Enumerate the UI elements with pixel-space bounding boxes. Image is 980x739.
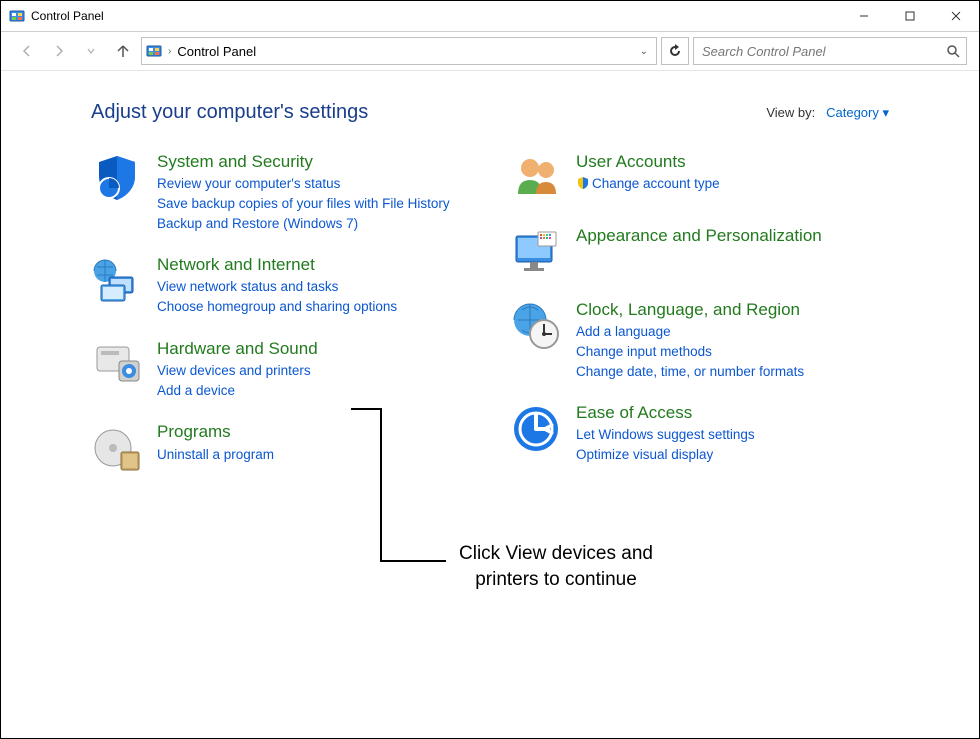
titlebar: Control Panel: [1, 1, 979, 32]
category-title[interactable]: Hardware and Sound: [157, 339, 318, 359]
category-title[interactable]: Ease of Access: [576, 403, 755, 423]
category-title[interactable]: Network and Internet: [157, 255, 397, 275]
title-left: Control Panel: [1, 8, 104, 24]
callout-text: Click View devices and printers to conti…: [451, 541, 661, 592]
category-user-accounts: User Accounts Change account type: [510, 152, 889, 204]
category-hardware-sound: Hardware and Sound View devices and prin…: [91, 339, 470, 401]
link-input-methods[interactable]: Change input methods: [576, 342, 804, 362]
navbar: › Control Panel ⌄: [1, 32, 979, 71]
appearance-icon: [510, 226, 562, 278]
category-title[interactable]: User Accounts: [576, 152, 720, 172]
link-devices-printers[interactable]: View devices and printers: [157, 361, 318, 381]
category-ease-of-access: Ease of Access Let Windows suggest setti…: [510, 403, 889, 465]
back-button[interactable]: [13, 37, 41, 65]
refresh-button[interactable]: [661, 37, 689, 65]
search-input[interactable]: [700, 43, 946, 60]
category-appearance: Appearance and Personalization: [510, 226, 889, 278]
link-change-account-type[interactable]: Change account type: [576, 174, 720, 194]
category-title[interactable]: Programs: [157, 422, 274, 442]
view-by-label: View by:: [766, 105, 815, 120]
link-backup-restore[interactable]: Backup and Restore (Windows 7): [157, 214, 450, 234]
category-programs: Programs Uninstall a program: [91, 422, 470, 474]
left-column: System and Security Review your computer…: [91, 152, 470, 474]
address-bar[interactable]: › Control Panel ⌄: [141, 37, 657, 65]
content-area: Adjust your computer's settings View by:…: [1, 71, 979, 474]
link-text: Change account type: [592, 176, 720, 191]
category-system-security: System and Security Review your computer…: [91, 152, 470, 233]
link-review-status[interactable]: Review your computer's status: [157, 174, 450, 194]
control-panel-icon: [9, 8, 25, 24]
window-controls: [841, 1, 979, 31]
search-icon: [946, 44, 960, 58]
link-homegroup[interactable]: Choose homegroup and sharing options: [157, 297, 397, 317]
forward-button[interactable]: [45, 37, 73, 65]
link-add-language[interactable]: Add a language: [576, 322, 804, 342]
recent-dropdown[interactable]: [77, 37, 105, 65]
right-column: User Accounts Change account type Appear…: [510, 152, 889, 474]
view-by-mode[interactable]: Category ▾: [826, 105, 889, 120]
link-windows-suggest[interactable]: Let Windows suggest settings: [576, 425, 755, 445]
link-network-status[interactable]: View network status and tasks: [157, 277, 397, 297]
ease-of-access-icon: [510, 403, 562, 455]
link-uninstall-program[interactable]: Uninstall a program: [157, 445, 274, 465]
hardware-icon: [91, 339, 143, 391]
heading-row: Adjust your computer's settings View by:…: [91, 101, 889, 124]
search-box[interactable]: [693, 37, 967, 65]
control-panel-window: Control Panel › Control Panel ⌄ Adjust y…: [0, 0, 980, 739]
programs-icon: [91, 422, 143, 474]
link-visual-display[interactable]: Optimize visual display: [576, 445, 755, 465]
link-add-device[interactable]: Add a device: [157, 381, 318, 401]
maximize-button[interactable]: [887, 1, 933, 31]
category-network-internet: Network and Internet View network status…: [91, 255, 470, 317]
minimize-button[interactable]: [841, 1, 887, 31]
category-title[interactable]: System and Security: [157, 152, 450, 172]
close-button[interactable]: [933, 1, 979, 31]
category-columns: System and Security Review your computer…: [91, 152, 889, 474]
up-button[interactable]: [109, 37, 137, 65]
shield-icon: [91, 152, 143, 204]
window-title: Control Panel: [31, 9, 104, 23]
address-dropdown-icon[interactable]: ⌄: [640, 46, 652, 57]
link-file-history[interactable]: Save backup copies of your files with Fi…: [157, 194, 450, 214]
breadcrumb-label: Control Panel: [177, 44, 633, 59]
clock-icon: [510, 300, 562, 352]
users-icon: [510, 152, 562, 204]
breadcrumb-sep: ›: [168, 46, 171, 57]
address-icon: [146, 43, 162, 59]
category-title[interactable]: Clock, Language, and Region: [576, 300, 804, 320]
page-heading: Adjust your computer's settings: [91, 101, 368, 124]
category-title[interactable]: Appearance and Personalization: [576, 226, 822, 246]
link-date-time-formats[interactable]: Change date, time, or number formats: [576, 362, 804, 382]
network-icon: [91, 255, 143, 307]
uac-shield-icon: [576, 176, 590, 190]
view-by: View by: Category ▾: [766, 105, 889, 121]
category-clock-language-region: Clock, Language, and Region Add a langua…: [510, 300, 889, 381]
